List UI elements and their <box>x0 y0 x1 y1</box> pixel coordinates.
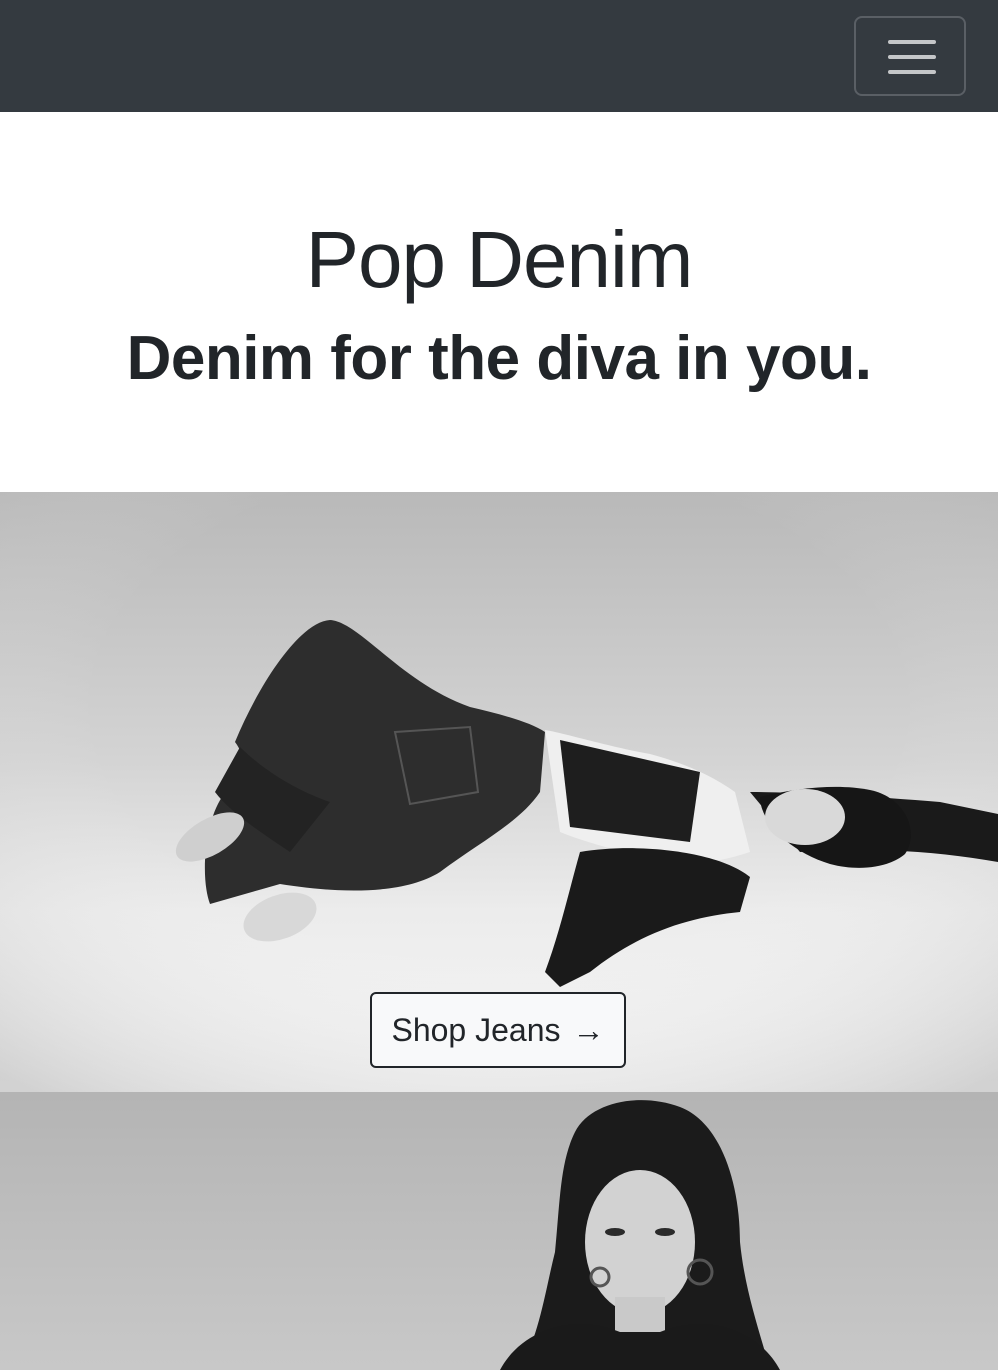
photo-2-graphic <box>0 1092 998 1370</box>
page-title: Pop Denim <box>305 215 694 304</box>
navbar-toggler-button[interactable] <box>854 16 966 96</box>
denim-model-portrait-photo <box>0 1092 998 1370</box>
arrow-right-icon: → <box>572 1011 605 1048</box>
page-subtitle: Denim for the diva in you. <box>126 324 872 393</box>
shop-jeans-label: Shop Jeans <box>391 1011 561 1048</box>
shop-jeans-button[interactable]: Shop Jeans → <box>370 992 626 1068</box>
top-navbar <box>0 0 998 112</box>
hero-section: Pop Denim Denim for the diva in you. <box>0 112 998 492</box>
